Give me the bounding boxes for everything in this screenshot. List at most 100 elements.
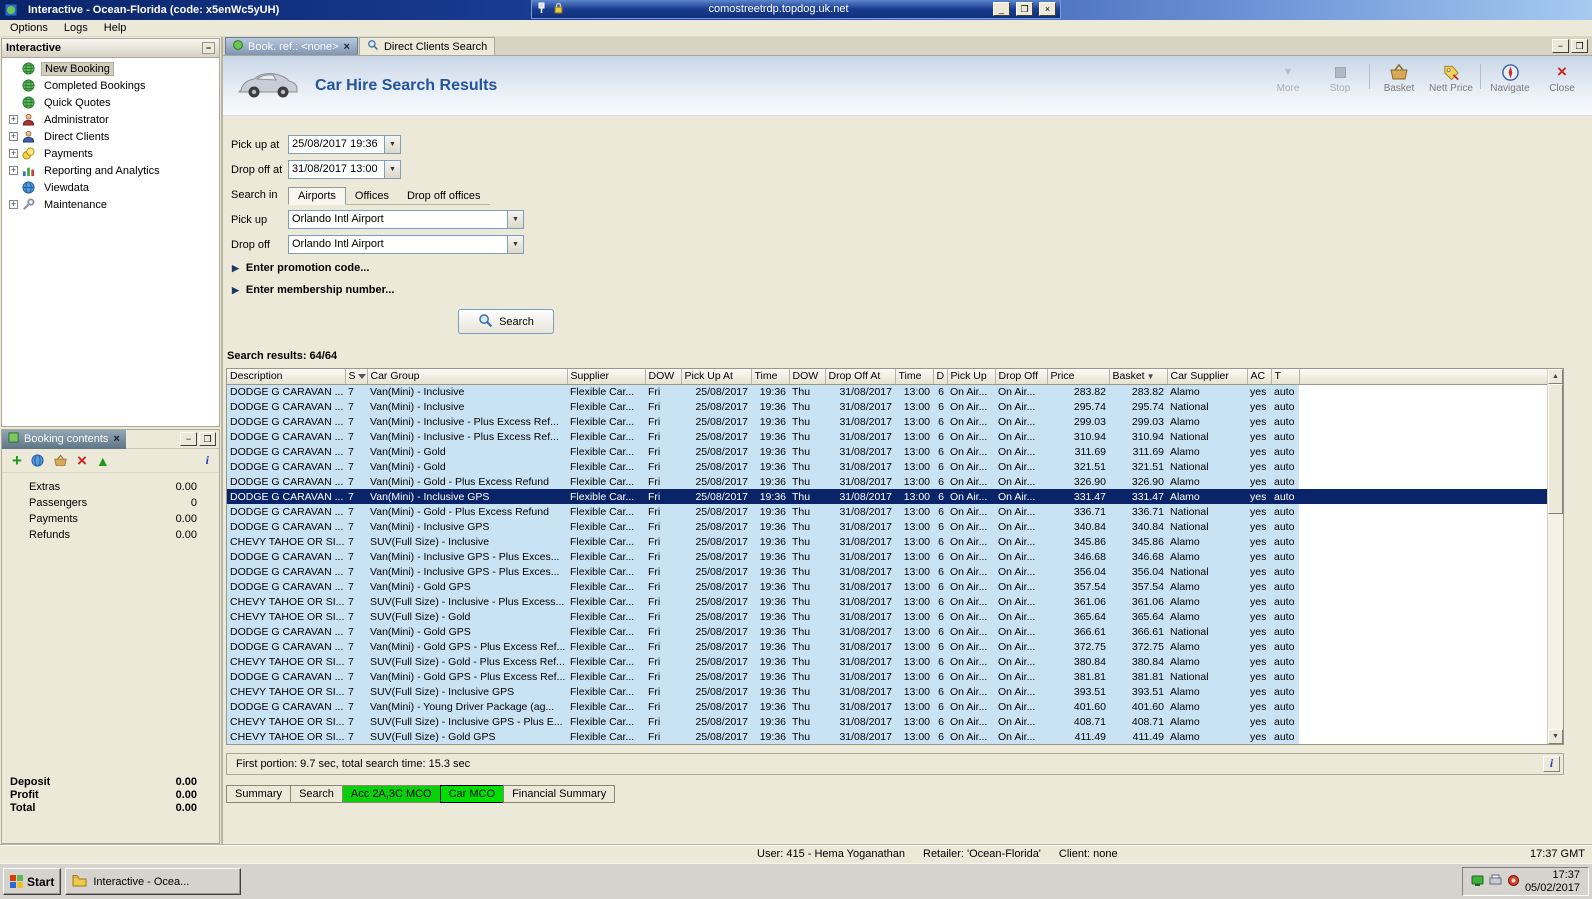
add-icon[interactable]: +	[12, 452, 22, 469]
start-button[interactable]: Start	[3, 868, 62, 895]
result-row[interactable]: DODGE G CARAVAN ... 7 Van(Mini) - Gold GPS…	[227, 669, 1547, 684]
sidebar-item-viewdata[interactable]: Viewdata	[2, 179, 219, 196]
tray-icon[interactable]	[1507, 874, 1520, 890]
column-header-d[interactable]: D	[933, 369, 948, 385]
close-icon[interactable]: ×	[113, 433, 119, 445]
close-icon[interactable]: ×	[344, 41, 350, 53]
panel-restore-button[interactable]: ❐	[199, 432, 216, 446]
column-header-drop-off-at[interactable]: Drop Off At	[825, 369, 896, 385]
result-row[interactable]: DODGE G CARAVAN ... 7 Van(Mini) - Young Dr…	[227, 699, 1547, 714]
dropoff-datetime-select[interactable]: 31/08/2017 13:00 ▼	[288, 160, 401, 179]
result-row[interactable]: CHEVY TAHOE OR SI... 7 SUV(Full Size) - In…	[227, 594, 1547, 609]
info-icon[interactable]: i	[206, 453, 209, 469]
result-row[interactable]: DODGE G CARAVAN ... 7 Van(Mini) - Gold Flex…	[227, 444, 1547, 459]
search-button[interactable]: Search	[458, 309, 554, 334]
tab-book-ref-none[interactable]: Book. ref.: <none> ×	[225, 37, 358, 55]
column-header-basket[interactable]: Basket ▼	[1109, 369, 1168, 385]
search-in-tab-drop-off-offices[interactable]: Drop off offices	[398, 188, 490, 204]
sidebar-item-administrator[interactable]: + Administrator	[2, 111, 219, 128]
result-row[interactable]: DODGE G CARAVAN ... 7 Van(Mini) - Inclusiv…	[227, 564, 1547, 579]
menu-help[interactable]: Help	[96, 21, 135, 35]
sidebar-item-payments[interactable]: + Payments	[2, 145, 219, 162]
result-row[interactable]: DODGE G CARAVAN ... 7 Van(Mini) - Gold Flex…	[227, 459, 1547, 474]
column-header-supplier[interactable]: Supplier	[567, 369, 646, 385]
scroll-up-icon[interactable]: ▲	[1548, 369, 1563, 384]
panel-minimize-button[interactable]: −	[180, 432, 197, 446]
menu-logs[interactable]: Logs	[56, 21, 96, 35]
result-row[interactable]: CHEVY TAHOE OR SI... 7 SUV(Full Size) - In…	[227, 684, 1547, 699]
expand-plus-icon[interactable]: +	[9, 149, 18, 158]
sidebar-item-maintenance[interactable]: + Maintenance	[2, 196, 219, 213]
chevron-down-icon[interactable]: ▼	[384, 136, 400, 153]
result-row[interactable]: DODGE G CARAVAN ... 7 Van(Mini) - Inclusiv…	[227, 429, 1547, 444]
menu-options[interactable]: Options	[2, 21, 56, 35]
column-header-s[interactable]: S	[345, 369, 368, 385]
scroll-down-icon[interactable]: ▼	[1548, 729, 1563, 744]
column-header-car-supplier[interactable]: Car Supplier	[1167, 369, 1248, 385]
column-header-dow[interactable]: DOW	[789, 369, 826, 385]
result-row[interactable]: CHEVY TAHOE OR SI... 7 SUV(Full Size) - In…	[227, 714, 1547, 729]
column-header-price[interactable]: Price	[1047, 369, 1110, 385]
result-row[interactable]: DODGE G CARAVAN ... 7 Van(Mini) - Inclusiv…	[227, 549, 1547, 564]
vertical-scrollbar[interactable]: ▲ ▼	[1547, 369, 1563, 744]
rdp-close-button[interactable]: ×	[1039, 2, 1056, 16]
column-header-drop-off[interactable]: Drop Off	[995, 369, 1048, 385]
taskbar-app-button[interactable]: Interactive - Ocea...	[65, 868, 242, 895]
rdp-minimize-button[interactable]: _	[993, 2, 1010, 16]
result-row[interactable]: DODGE G CARAVAN ... 7 Van(Mini) - Gold - P…	[227, 504, 1547, 519]
membership-number-expander[interactable]: ▶ Enter membership number...	[232, 279, 1592, 301]
nett-price-button[interactable]: Nett Price	[1425, 59, 1477, 94]
panel-collapse-button[interactable]: −	[202, 42, 215, 54]
result-row[interactable]: DODGE G CARAVAN ... 7 Van(Mini) - Inclusiv…	[227, 384, 1547, 399]
result-row-selected[interactable]: DODGE G CARAVAN ... 7 Van(Mini) - Inclusiv…	[227, 489, 1547, 504]
search-in-tab-airports[interactable]: Airports	[288, 186, 346, 205]
result-row[interactable]: DODGE G CARAVAN ... 7 Van(Mini) - Gold GPS…	[227, 624, 1547, 639]
pickup-location-select[interactable]: Orlando Intl Airport ▼	[288, 210, 524, 229]
chevron-down-icon[interactable]: ▼	[507, 211, 523, 228]
expand-plus-icon[interactable]: +	[9, 200, 18, 209]
column-header-t[interactable]: T	[1271, 369, 1300, 385]
result-row[interactable]: CHEVY TAHOE OR SI... 7 SUV(Full Size) - In…	[227, 534, 1547, 549]
delete-icon[interactable]: ×	[77, 452, 87, 469]
basket-add-icon[interactable]	[53, 453, 68, 469]
scrollbar-thumb[interactable]	[1548, 384, 1563, 514]
tabbar-minimize-button[interactable]: −	[1552, 39, 1569, 53]
bottom-tab-acc-2a-3c-mco[interactable]: Acc 2A,3C MCO	[341, 785, 441, 803]
result-row[interactable]: DODGE G CARAVAN ... 7 Van(Mini) - Gold GPS…	[227, 639, 1547, 654]
chevron-down-icon[interactable]: ▼	[384, 161, 400, 178]
expand-plus-icon[interactable]: +	[9, 115, 18, 124]
sidebar-item-direct-clients[interactable]: + Direct Clients	[2, 128, 219, 145]
column-header-dow[interactable]: DOW	[645, 369, 682, 385]
basket-button[interactable]: Basket	[1373, 59, 1425, 94]
column-header-time[interactable]: Time	[751, 369, 790, 385]
tray-icon[interactable]	[1471, 874, 1484, 890]
expand-plus-icon[interactable]: +	[9, 132, 18, 141]
dropoff-location-select[interactable]: Orlando Intl Airport ▼	[288, 235, 524, 254]
sidebar-item-completed-bookings[interactable]: Completed Bookings	[2, 77, 219, 94]
result-row[interactable]: CHEVY TAHOE OR SI... 7 SUV(Full Size) - Go…	[227, 654, 1547, 669]
result-row[interactable]: DODGE G CARAVAN ... 7 Van(Mini) - Inclusiv…	[227, 399, 1547, 414]
bottom-tab-financial-summary[interactable]: Financial Summary	[503, 785, 616, 803]
bottom-tab-summary[interactable]: Summary	[226, 785, 292, 803]
navigate-button[interactable]: Navigate	[1484, 59, 1536, 94]
info-button[interactable]: i	[1543, 756, 1560, 772]
rdp-restore-button[interactable]: ❐	[1016, 2, 1033, 16]
bottom-tab-car-mco[interactable]: Car MCO	[439, 785, 505, 803]
refresh-globe-icon[interactable]	[31, 453, 44, 469]
pin-icon[interactable]	[536, 2, 547, 17]
sidebar-item-reporting-and-analytics[interactable]: + Reporting and Analytics	[2, 162, 219, 179]
result-row[interactable]: DODGE G CARAVAN ... 7 Van(Mini) - Gold - P…	[227, 474, 1547, 489]
result-row[interactable]: CHEVY TAHOE OR SI... 7 SUV(Full Size) - Go…	[227, 729, 1547, 744]
chevron-down-icon[interactable]: ▼	[507, 236, 523, 253]
column-header-pick-up[interactable]: Pick Up	[947, 369, 996, 385]
column-header-description[interactable]: Description	[227, 369, 346, 385]
result-row[interactable]: DODGE G CARAVAN ... 7 Van(Mini) - Inclusiv…	[227, 414, 1547, 429]
column-header-time[interactable]: Time	[895, 369, 934, 385]
result-row[interactable]: DODGE G CARAVAN ... 7 Van(Mini) - Inclusiv…	[227, 519, 1547, 534]
result-row[interactable]: DODGE G CARAVAN ... 7 Van(Mini) - Gold GPS…	[227, 579, 1547, 594]
tabbar-restore-button[interactable]: ❐	[1571, 39, 1588, 53]
tab-direct-clients-search[interactable]: Direct Clients Search	[358, 37, 496, 55]
export-icon[interactable]: ▲	[96, 453, 110, 469]
sidebar-item-quick-quotes[interactable]: Quick Quotes	[2, 94, 219, 111]
sidebar-item-new-booking[interactable]: New Booking	[2, 60, 219, 77]
